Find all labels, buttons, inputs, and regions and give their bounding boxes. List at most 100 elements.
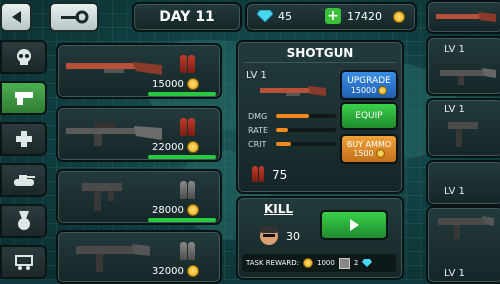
weapon-card-shotgun[interactable]: 15000 [56, 43, 222, 99]
wrench-icon [61, 10, 89, 24]
buy-ammo-label: BUY AMMO [346, 140, 392, 149]
category-medkit[interactable] [0, 122, 47, 156]
currency-bar: 45 + 17420 [245, 2, 417, 32]
shotgun-image [66, 62, 162, 75]
smg-image [448, 122, 478, 147]
upgrade-price: 15000 [350, 85, 388, 95]
dmg-bar [276, 114, 336, 118]
pistol-icon [14, 92, 33, 105]
weapon-title: SHOTGUN [286, 46, 354, 60]
ammo-icon [180, 181, 195, 199]
shotgun-image [260, 86, 326, 96]
right-weapon-card[interactable]: LV 1 [426, 36, 500, 96]
crit-bar [276, 142, 336, 146]
category-weapons[interactable] [0, 81, 47, 115]
divider [244, 62, 396, 63]
coin-icon [375, 149, 385, 158]
coin-icon [186, 141, 199, 153]
kill-count: 30 [286, 230, 300, 243]
soldier-face-icon [260, 226, 278, 245]
reward-gems: 2 [353, 259, 359, 267]
price-text: 22000 [152, 141, 184, 153]
weapon-price: 32000 [152, 265, 199, 277]
price-text: 28000 [152, 204, 184, 216]
coin-count: 17420 [347, 10, 382, 23]
ammo-icon [180, 242, 195, 260]
weapon-card-smg[interactable]: 28000 [56, 169, 222, 225]
weapon-level: LV 1 [444, 44, 465, 55]
assault-rifle-image [438, 216, 494, 239]
category-medals[interactable] [0, 204, 47, 238]
category-shop[interactable] [0, 245, 47, 279]
assault-rifle-image [76, 244, 150, 272]
buy-ammo-price-text: 1500 [353, 149, 374, 158]
tank-icon [13, 175, 35, 186]
upgrade-price-text: 15000 [350, 85, 377, 95]
ammo-count: 75 [272, 168, 288, 182]
price-text: 32000 [152, 265, 184, 277]
equip-button[interactable]: EQUIP [340, 102, 398, 130]
right-weapon-card[interactable]: LV 1 [426, 206, 500, 284]
task-reward-label: TASK REWARD: [246, 259, 300, 267]
task-reward-row: TASK REWARD: 1000 2 [242, 254, 396, 272]
weapon-level: LV 1 [444, 268, 465, 279]
rate-bar [276, 128, 336, 132]
gem-count: 45 [278, 10, 292, 23]
right-weapon-card[interactable]: LV 1 [426, 160, 500, 206]
weapon-level: LV 1 [444, 104, 465, 115]
skull-icon [16, 49, 31, 65]
shotgun-image [436, 12, 496, 22]
upgrade-button[interactable]: UPGRADE 15000 [340, 70, 398, 100]
right-weapon-card[interactable] [426, 0, 500, 34]
stat-label: CRIT [248, 140, 267, 149]
back-arrow-icon [12, 11, 21, 23]
weapon-price: 28000 [152, 204, 199, 216]
buy-ammo-button[interactable]: BUY AMMO 1500 [340, 134, 398, 164]
medal-icon [17, 211, 30, 230]
coin-icon [378, 85, 388, 95]
add-currency-button[interactable]: + [325, 8, 341, 24]
owned-bar [148, 218, 216, 222]
coin-icon [303, 258, 314, 268]
equip-label: EQUIP [355, 111, 383, 121]
right-weapon-card[interactable]: LV 1 [426, 98, 500, 158]
stat-label: RATE [248, 126, 269, 135]
coin-icon [393, 11, 405, 23]
ammo-icon [252, 166, 264, 182]
weapon-price: 15000 [152, 78, 199, 90]
cart-icon [14, 255, 33, 270]
owned-bar [148, 92, 216, 96]
weapon-level: LV 1 [444, 186, 465, 197]
rifle-image [66, 122, 162, 146]
coin-icon [186, 78, 199, 90]
weapon-detail-panel: SHOTGUN LV 1 DMG RATE CRIT UPGRADE 15000… [236, 40, 404, 194]
coin-icon [186, 204, 199, 216]
back-button[interactable] [0, 2, 32, 32]
play-button[interactable] [320, 210, 388, 240]
cross-icon [15, 131, 32, 147]
settings-button[interactable] [49, 2, 99, 32]
category-skull[interactable] [0, 40, 47, 74]
reward-coins: 1000 [317, 259, 335, 267]
day-counter: DAY 11 [132, 2, 242, 32]
crate-icon [338, 257, 350, 269]
coin-icon [186, 265, 199, 277]
weapon-price: 22000 [152, 141, 199, 153]
ammo-icon [180, 55, 195, 73]
owned-bar [148, 155, 216, 159]
buy-ammo-price: 1500 [353, 149, 385, 158]
rifle-image [440, 68, 496, 85]
weapon-card-rifle[interactable]: 22000 [56, 106, 222, 162]
smg-image [82, 183, 122, 211]
weapon-card-assault[interactable]: 32000 [56, 230, 222, 284]
play-icon [350, 219, 359, 231]
price-text: 15000 [152, 78, 184, 90]
category-vehicle[interactable] [0, 163, 47, 197]
weapon-level: LV 1 [246, 70, 267, 81]
kill-task-panel: KILL 30 TASK REWARD: 1000 2 [236, 196, 404, 280]
gem-icon [362, 259, 373, 267]
stat-label: DMG [248, 112, 268, 121]
kill-title: KILL [264, 202, 294, 216]
ammo-icon [180, 118, 195, 136]
gem-icon [257, 10, 273, 22]
